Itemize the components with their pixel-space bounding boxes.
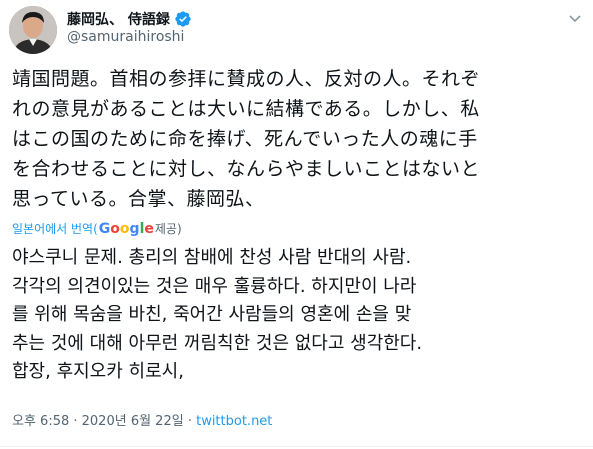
translated-text-line: 야스쿠니 문제. 총리의 참배에 찬성 사람 반대의 사람. <box>12 247 412 268</box>
author-name-row[interactable]: 藤岡弘、 侍語録 <box>67 9 192 29</box>
translated-text-line: 합장, 후지오카 히로시, <box>12 361 184 382</box>
author-handle[interactable]: @samuraihiroshi <box>67 29 184 45</box>
tweet-text-line: はこの国のために命を捧げ、死んでいった人の魂に手 <box>12 128 478 150</box>
translation-prefix[interactable]: 일본어에서 번역( <box>12 220 98 237</box>
chevron-down-icon[interactable] <box>567 10 583 26</box>
google-logo: Google <box>99 221 154 237</box>
tweet-text-japanese: 靖国問題。首相の参拝に賛成の人、反対の人。それぞ れの意見があることは大いに結構… <box>12 64 584 214</box>
tweet-text-line: れの意見があることは大いに結構である。しかし、私 <box>12 98 480 120</box>
verified-badge-icon <box>174 10 192 28</box>
author-display-name[interactable]: 藤岡弘、 侍語録 <box>67 9 170 29</box>
translated-text-line: 추는 것에 대해 아무런 꺼림칙한 것은 없다고 생각한다. <box>12 332 423 354</box>
tweet-text-korean: 야스쿠니 문제. 총리의 참배에 찬성 사람 반대의 사람. 각각의 의견이있는… <box>12 244 584 387</box>
translation-attribution[interactable]: 일본어에서 번역( Google 제공) <box>12 220 182 237</box>
google-letter: o <box>119 220 130 237</box>
tweet-text-line: を合わせることに対し、なんらやましいことはないと <box>12 158 481 180</box>
tweet-source-link[interactable]: twittbot.net <box>196 414 272 429</box>
google-letter: o <box>110 220 120 237</box>
divider <box>0 446 593 447</box>
tweet-text-line: 思っている。合掌、藤岡弘、 <box>12 188 265 210</box>
translated-text-line: 각각의 의견이있는 것은 매우 훌륭하다. 하지만이 나라 <box>12 275 417 297</box>
avatar-image <box>9 6 57 54</box>
tweet-card: 藤岡弘、 侍語録 @samuraihiroshi 靖国問題。首相の参拝に賛成の人… <box>0 0 593 449</box>
avatar[interactable] <box>9 6 57 54</box>
google-letter: G <box>98 220 111 237</box>
translated-text-line: 를 위해 목숨을 바친, 죽어간 사람들의 영혼에 손을 맞 <box>12 304 412 325</box>
translation-suffix: 제공) <box>154 222 182 236</box>
google-letter: g <box>129 220 140 237</box>
tweet-timestamp[interactable]: 오후 6:58 · 2020년 6월 22일 · <box>12 414 196 429</box>
tweet-text-line: 靖国問題。首相の参拝に賛成の人、反対の人。それぞ <box>12 68 481 90</box>
google-letter: e <box>144 220 154 237</box>
tweet-meta: 오후 6:58 · 2020년 6월 22일 · twittbot.net <box>12 410 272 429</box>
